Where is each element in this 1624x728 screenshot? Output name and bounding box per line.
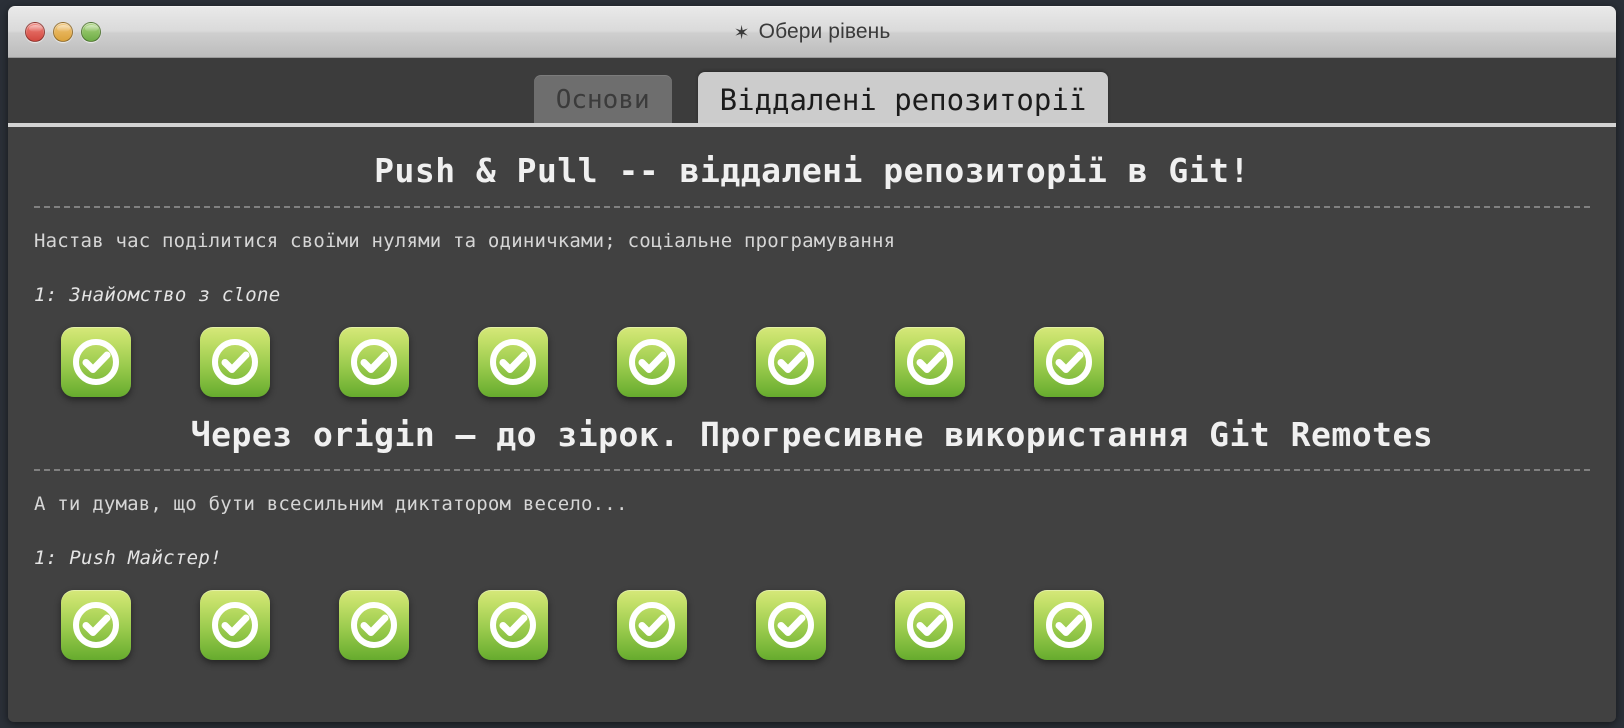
- level-badge[interactable]: [756, 327, 826, 397]
- level-badge[interactable]: [1034, 327, 1104, 397]
- sequence-label: 1: Push Майстер!: [34, 547, 222, 569]
- level-badge-row: [34, 306, 1590, 397]
- tab-basics[interactable]: Основи: [533, 75, 672, 124]
- tab-bar: Основи Віддалені репозиторії: [8, 58, 1616, 127]
- level-badge[interactable]: [339, 590, 409, 660]
- minimize-button[interactable]: [53, 22, 73, 42]
- check-circle-icon: [907, 602, 953, 648]
- level-badge[interactable]: [1034, 590, 1104, 660]
- tab-remote-repositories-label: Віддалені репозиторії: [719, 83, 1087, 117]
- check-circle-icon: [768, 602, 814, 648]
- check-circle-icon: [1046, 602, 1092, 648]
- section-title: Push & Pull -- віддалені репозиторії в G…: [374, 151, 1250, 190]
- section-divider: [34, 206, 1590, 208]
- tab-remote-repositories[interactable]: Віддалені репозиторії: [697, 72, 1109, 127]
- level-badge[interactable]: [895, 327, 965, 397]
- check-circle-icon: [907, 339, 953, 385]
- check-circle-icon: [490, 339, 536, 385]
- level-badge[interactable]: [61, 590, 131, 660]
- sequence-label: 1: Знайомство з clone: [34, 284, 281, 306]
- level-badge[interactable]: [756, 590, 826, 660]
- gear-icon: ✶: [733, 22, 750, 44]
- window-title-text: Обери рівень: [758, 20, 891, 43]
- level-badge[interactable]: [339, 327, 409, 397]
- level-badge-row: [34, 569, 1590, 660]
- level-badge[interactable]: [200, 590, 270, 660]
- close-button[interactable]: [25, 22, 45, 42]
- window-title: ✶ Обери рівень: [734, 20, 891, 44]
- window-titlebar: ✶ Обери рівень: [8, 6, 1616, 58]
- level-badge[interactable]: [478, 590, 548, 660]
- section-description: А ти думав, що бути всесильним диктаторо…: [34, 493, 628, 515]
- tab-basics-label: Основи: [555, 85, 650, 115]
- app-window: ✶ Обери рівень Основи Віддалені репозито…: [8, 6, 1616, 722]
- level-badge[interactable]: [617, 590, 687, 660]
- check-circle-icon: [73, 339, 119, 385]
- level-badge[interactable]: [478, 327, 548, 397]
- check-circle-icon: [212, 602, 258, 648]
- maximize-button[interactable]: [81, 22, 101, 42]
- level-badge[interactable]: [61, 327, 131, 397]
- check-circle-icon: [629, 339, 675, 385]
- check-circle-icon: [629, 602, 675, 648]
- check-circle-icon: [73, 602, 119, 648]
- check-circle-icon: [212, 339, 258, 385]
- check-circle-icon: [1046, 339, 1092, 385]
- section-push-and-pull: Push & Pull -- віддалені репозиторії в G…: [34, 127, 1590, 397]
- check-circle-icon: [490, 602, 536, 648]
- check-circle-icon: [351, 339, 397, 385]
- section-origin-advanced: Через origin — до зірок. Прогресивне вик…: [34, 397, 1590, 660]
- level-badge[interactable]: [617, 327, 687, 397]
- section-title: Через origin — до зірок. Прогресивне вик…: [190, 415, 1434, 454]
- section-divider: [34, 469, 1590, 471]
- traffic-light-group: [25, 7, 101, 57]
- section-description: Настав час поділитися своїми нулями та о…: [34, 230, 896, 252]
- check-circle-icon: [351, 602, 397, 648]
- level-badge[interactable]: [200, 327, 270, 397]
- check-circle-icon: [768, 339, 814, 385]
- level-badge[interactable]: [895, 590, 965, 660]
- level-browser: Push & Pull -- віддалені репозиторії в G…: [8, 127, 1616, 721]
